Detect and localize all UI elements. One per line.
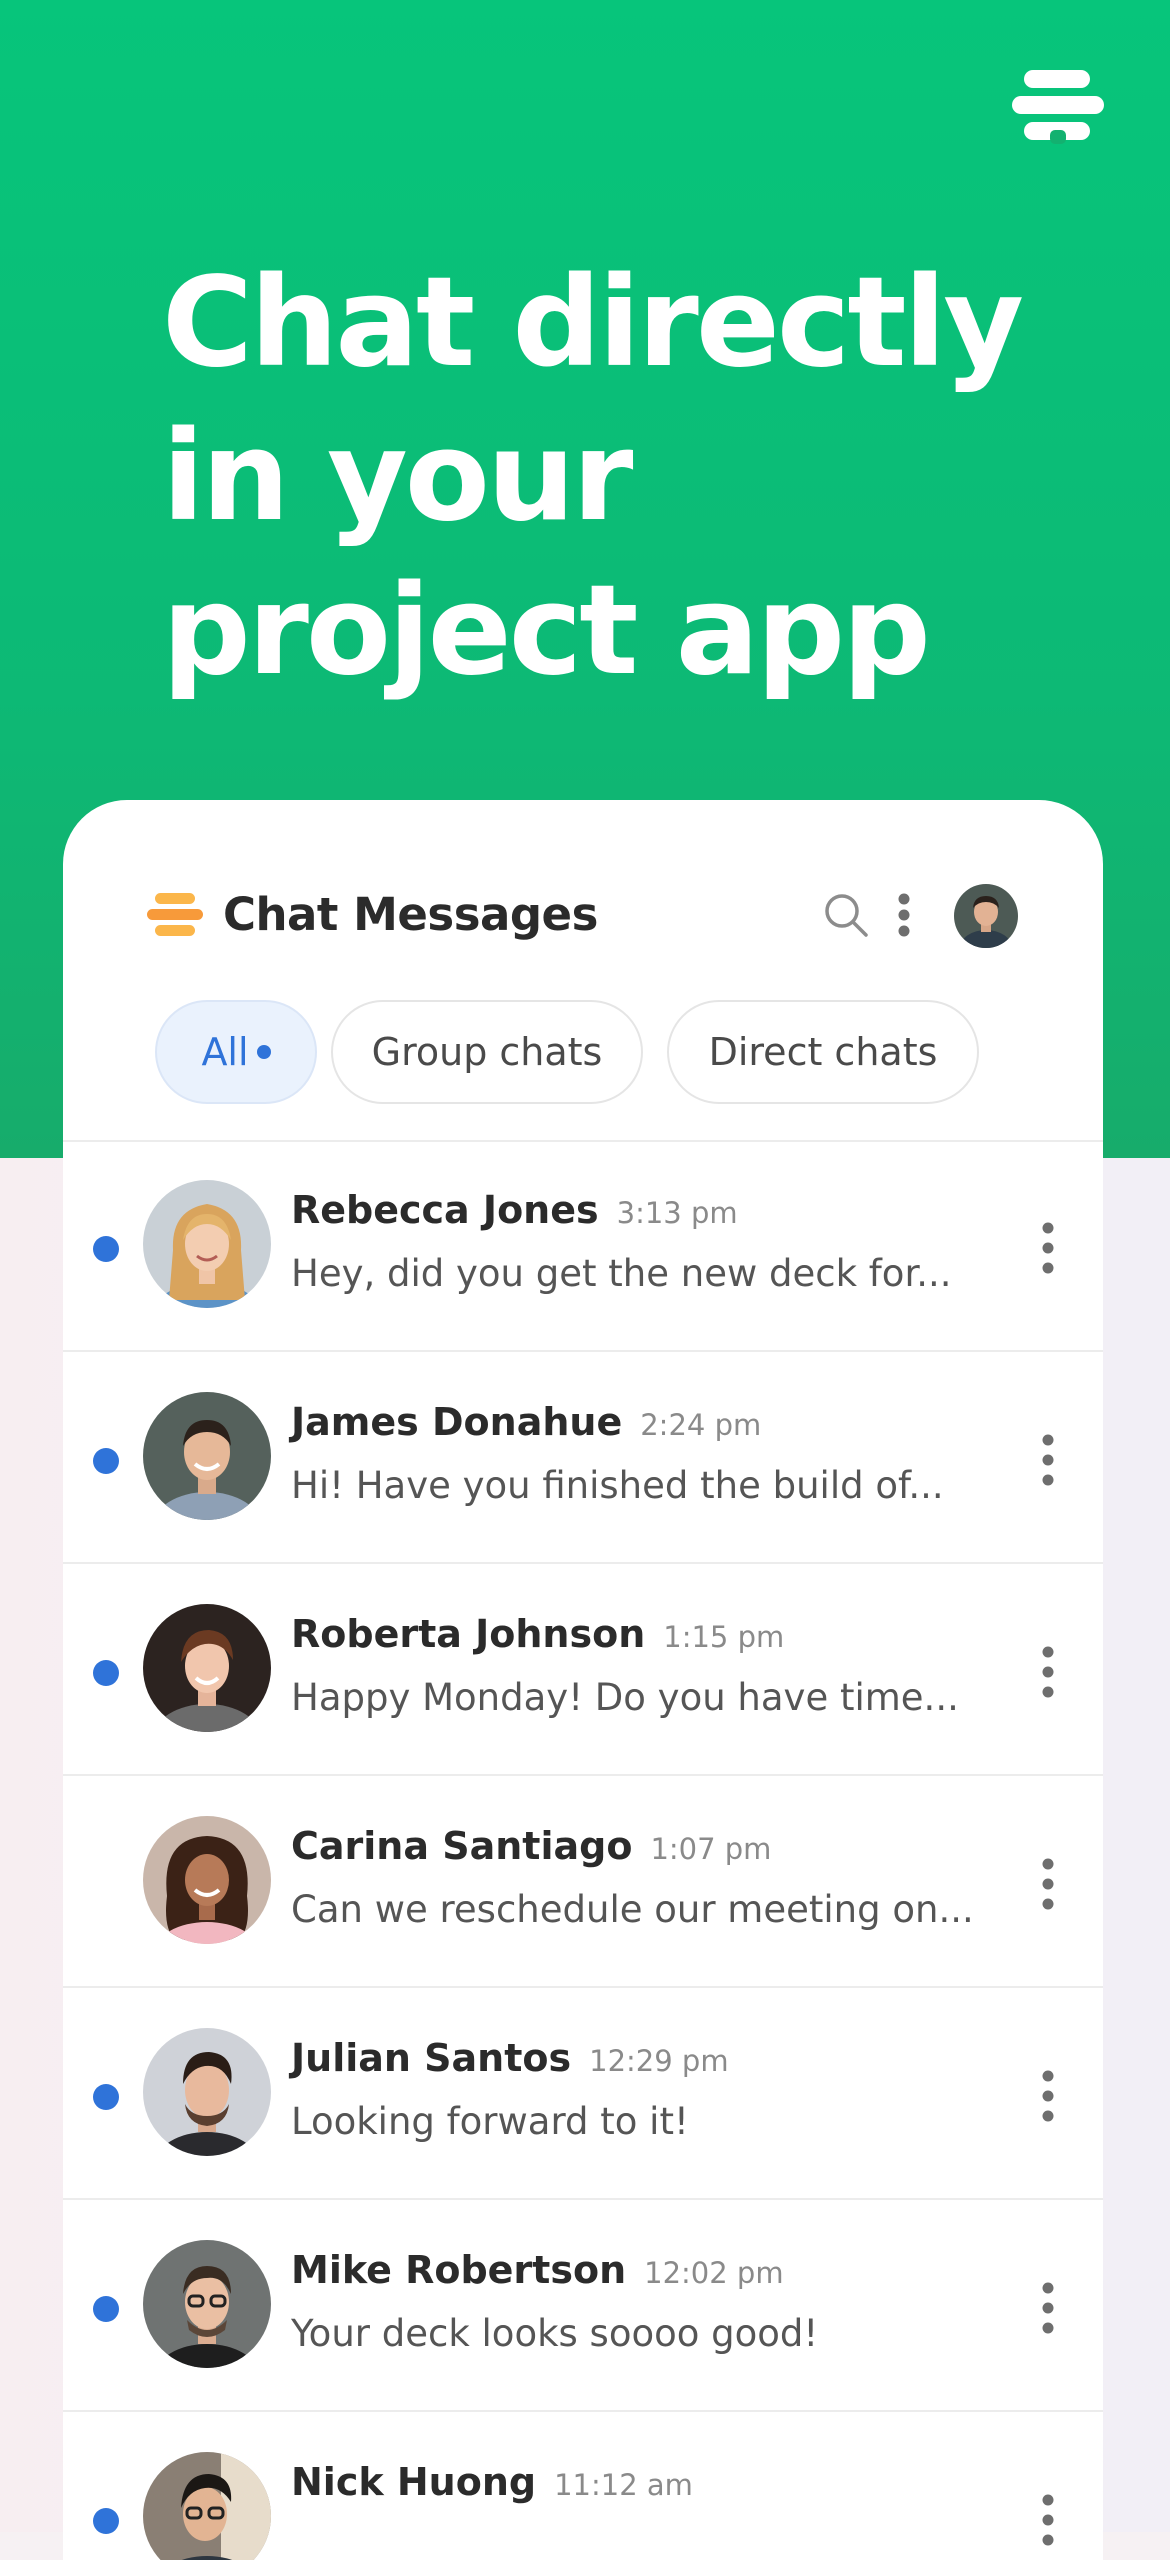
chat-card: Chat Messages All Group chats Direct cha… — [63, 800, 1103, 2560]
brand-logo-icon — [1012, 70, 1104, 144]
avatar — [143, 1816, 271, 1944]
filter-chip-direct-label: Direct chats — [708, 1030, 938, 1074]
filter-chip-all-label: All — [201, 1030, 249, 1074]
more-vertical-icon[interactable] — [1036, 2280, 1060, 2336]
more-vertical-icon[interactable] — [1036, 2068, 1060, 2124]
avatar — [143, 1392, 271, 1520]
filter-chip-all[interactable]: All — [155, 1000, 317, 1104]
filter-active-dot — [256, 1044, 271, 1059]
filter-chip-group-chats[interactable]: Group chats — [331, 1000, 643, 1104]
hero-headline-line-2: in your — [162, 405, 633, 549]
chat-timestamp: 11:12 am — [554, 2468, 693, 2502]
avatar — [143, 2028, 271, 2156]
chat-row[interactable]: Carina Santiago 1:07 pm Can we reschedule… — [63, 1776, 1103, 1988]
chat-preview: Can we reschedule our meeting on... — [291, 1888, 974, 1931]
chat-timestamp: 3:13 pm — [616, 1196, 738, 1230]
chat-name-text: James Donahue — [291, 1400, 623, 1444]
search-icon[interactable] — [821, 890, 871, 940]
chat-name-text: Julian Santos — [291, 2036, 572, 2080]
chat-row[interactable]: Nick Huong 11:12 am — [63, 2412, 1103, 2560]
unread-indicator — [93, 1448, 119, 1474]
chat-name-text: Carina Santiago — [291, 1824, 633, 1868]
chat-name-text: Nick Huong — [291, 2460, 537, 2504]
chat-row[interactable]: Mike Robertson 12:02 pm Your deck looks s… — [63, 2200, 1103, 2412]
brand-logo-icon — [147, 893, 203, 936]
more-vertical-icon[interactable] — [1036, 1432, 1060, 1488]
card-title: Chat Messages — [223, 888, 598, 941]
avatar — [143, 1180, 271, 1308]
chat-preview: Looking forward to it! — [291, 2100, 689, 2143]
more-vertical-icon[interactable] — [1036, 1220, 1060, 1276]
chat-row[interactable]: Roberta Johnson 1:15 pm Happy Monday! Do … — [63, 1564, 1103, 1776]
filter-chip-group-label: Group chats — [371, 1030, 603, 1074]
avatar — [143, 2240, 271, 2368]
hero-headline-line-3: project app — [162, 559, 931, 703]
chat-row[interactable]: Rebecca Jones 3:13 pm Hey, did you get th… — [63, 1140, 1103, 1352]
chat-contact-name: Rebecca Jones 3:13 pm — [291, 1184, 738, 1239]
hero-headline-line-1: Chat directly — [162, 251, 1024, 395]
unread-indicator — [93, 1236, 119, 1262]
unread-indicator — [93, 1660, 119, 1686]
chat-preview: Hey, did you get the new deck for... — [291, 1252, 952, 1295]
chat-timestamp: 1:07 pm — [650, 1832, 772, 1866]
more-vertical-icon[interactable] — [1036, 2492, 1060, 2548]
hero-headline: Chat directly in your project app — [162, 246, 1042, 708]
chat-name-text: Roberta Johnson — [291, 1612, 646, 1656]
chat-preview: Your deck looks soooo good! — [291, 2312, 819, 2355]
chat-row[interactable]: Julian Santos 12:29 pm Looking forward to… — [63, 1988, 1103, 2200]
chat-contact-name: Carina Santiago 1:07 pm — [291, 1820, 771, 1875]
chat-timestamp: 12:02 pm — [644, 2256, 784, 2290]
unread-indicator — [93, 2508, 119, 2534]
chat-preview: Happy Monday! Do you have time... — [291, 1676, 959, 1719]
chat-timestamp: 1:15 pm — [663, 1620, 785, 1654]
more-vertical-icon[interactable] — [1036, 1644, 1060, 1700]
chat-name-text: Rebecca Jones — [291, 1188, 599, 1232]
user-avatar[interactable] — [954, 884, 1018, 948]
chat-timestamp: 12:29 pm — [589, 2044, 729, 2078]
avatar — [143, 1604, 271, 1732]
chat-contact-name: Julian Santos 12:29 pm — [291, 2032, 729, 2087]
chat-list: Rebecca Jones 3:13 pm Hey, did you get th… — [63, 1140, 1103, 2560]
chat-contact-name: Mike Robertson 12:02 pm — [291, 2244, 784, 2299]
card-header: Chat Messages All Group chats Direct cha… — [63, 800, 1103, 1142]
chat-contact-name: Roberta Johnson 1:15 pm — [291, 1608, 784, 1663]
more-vertical-icon[interactable] — [1036, 1856, 1060, 1912]
avatar — [143, 2452, 271, 2560]
chat-contact-name: Nick Huong 11:12 am — [291, 2456, 693, 2511]
more-vertical-icon[interactable] — [889, 890, 919, 940]
chat-preview: Hi! Have you finished the build of... — [291, 1464, 944, 1507]
chat-name-text: Mike Robertson — [291, 2248, 627, 2292]
chat-contact-name: James Donahue 2:24 pm — [291, 1396, 761, 1451]
chat-row[interactable]: James Donahue 2:24 pm Hi! Have you finish… — [63, 1352, 1103, 1564]
unread-indicator — [93, 2296, 119, 2322]
chat-timestamp: 2:24 pm — [640, 1408, 762, 1442]
filter-chip-direct-chats[interactable]: Direct chats — [667, 1000, 979, 1104]
unread-indicator — [93, 2084, 119, 2110]
